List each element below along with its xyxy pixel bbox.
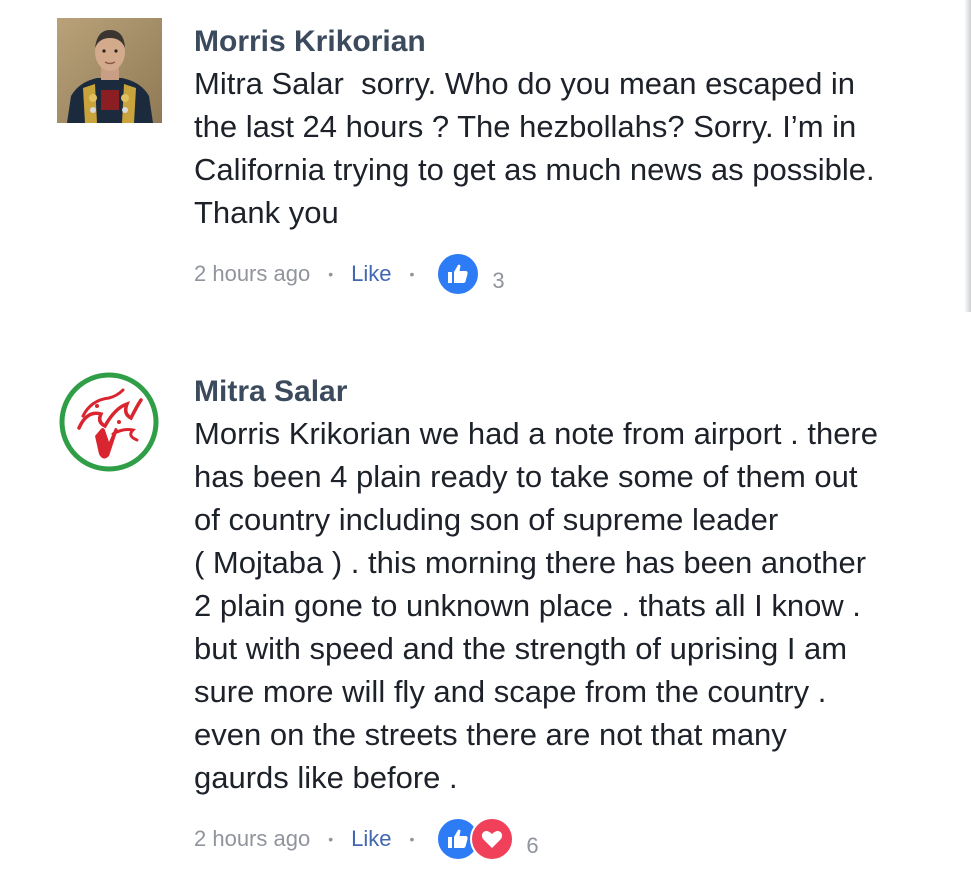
separator-dot: • bbox=[409, 831, 415, 847]
avatar[interactable] bbox=[57, 370, 162, 475]
comment-meta: 2 hours ago • Like • 6 bbox=[194, 816, 954, 862]
reactions-summary[interactable]: 6 bbox=[436, 817, 539, 861]
like-icon bbox=[436, 252, 481, 296]
comment-author[interactable]: Mitra Salar bbox=[194, 372, 954, 412]
comment-content: Morris Krikorian Mitra Salar sorry. Who … bbox=[194, 22, 954, 297]
portrait-avatar-image bbox=[57, 18, 162, 123]
reaction-count: 3 bbox=[492, 268, 505, 293]
comment-meta: 2 hours ago • Like • 3 bbox=[194, 251, 954, 297]
separator-dot: • bbox=[328, 266, 334, 282]
comment-author[interactable]: Morris Krikorian bbox=[194, 22, 954, 62]
logo-avatar-image bbox=[57, 370, 162, 475]
scroll-shadow bbox=[964, 0, 971, 312]
reactions-summary[interactable]: 3 bbox=[436, 252, 505, 296]
comment-timestamp[interactable]: 2 hours ago bbox=[194, 261, 310, 287]
reaction-count: 6 bbox=[526, 833, 539, 858]
separator-dot: • bbox=[328, 831, 334, 847]
comment-text: Morris Krikorian we had a note from airp… bbox=[194, 416, 878, 795]
comment-text: Mitra Salar sorry. Who do you mean escap… bbox=[194, 66, 875, 230]
love-icon bbox=[470, 817, 515, 861]
comment-content: Mitra Salar Morris Krikorian we had a no… bbox=[194, 372, 954, 862]
like-button[interactable]: Like bbox=[351, 261, 391, 287]
comments-thread: Morris Krikorian Mitra Salar sorry. Who … bbox=[0, 0, 971, 893]
separator-dot: • bbox=[409, 266, 415, 282]
like-button[interactable]: Like bbox=[351, 826, 391, 852]
avatar[interactable] bbox=[57, 18, 162, 123]
comment-timestamp[interactable]: 2 hours ago bbox=[194, 826, 310, 852]
